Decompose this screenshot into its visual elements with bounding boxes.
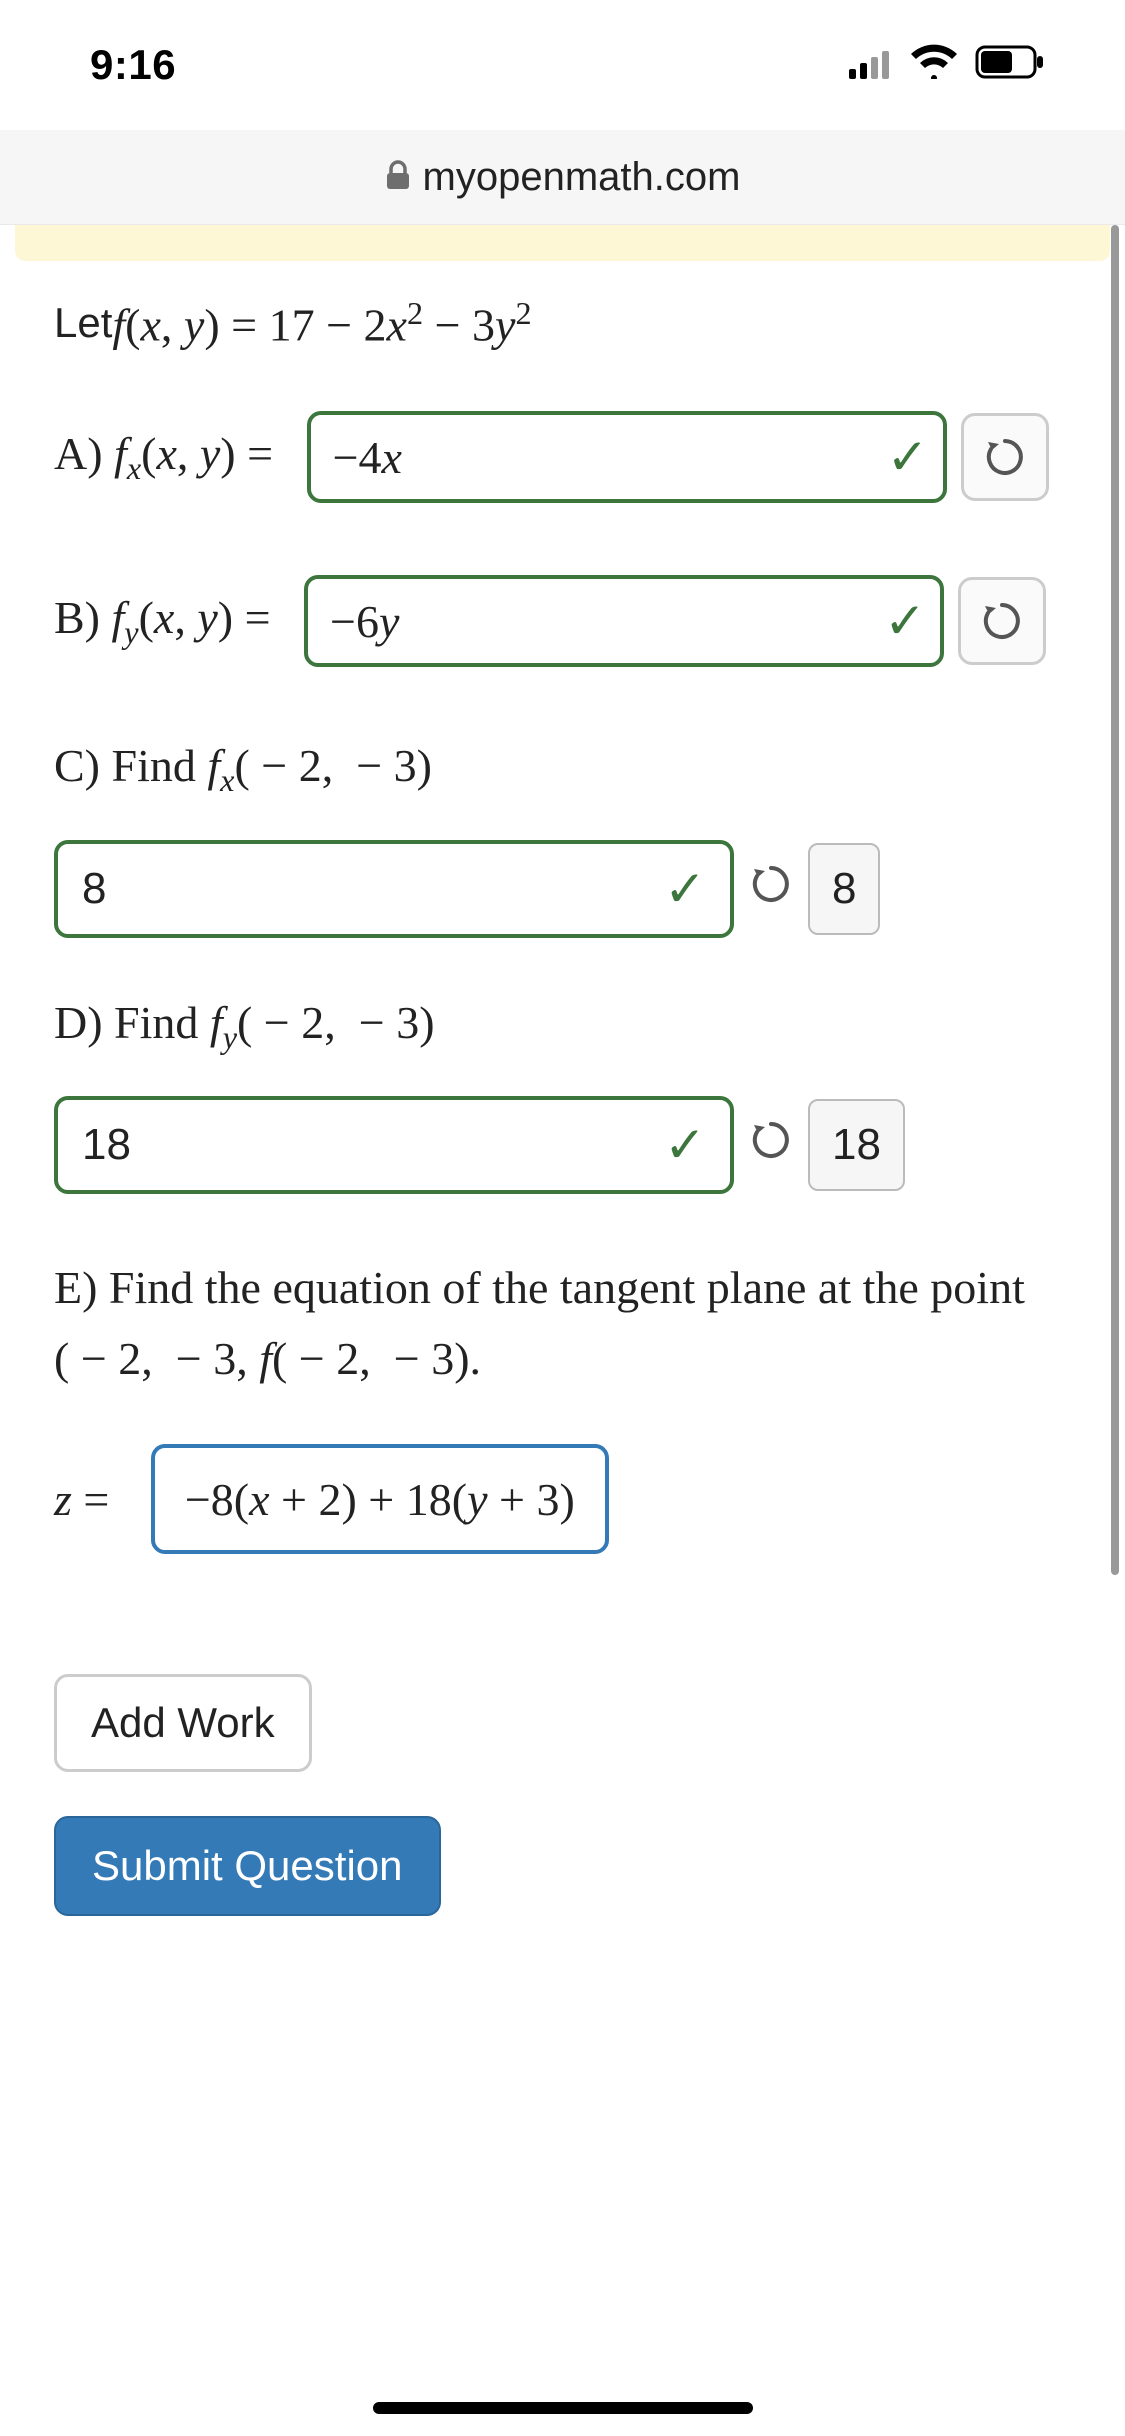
retry-button-b[interactable]	[958, 577, 1046, 665]
wifi-icon	[909, 41, 959, 89]
retry-icon-c[interactable]	[748, 861, 794, 917]
retry-icon	[748, 861, 794, 907]
retry-icon	[982, 434, 1028, 480]
part-a-label: A) fx(x, y) =	[54, 427, 285, 487]
status-bar: 9:16	[0, 0, 1125, 130]
submit-question-button[interactable]: Submit Question	[54, 1816, 441, 1916]
check-icon: ✓	[664, 860, 706, 918]
part-d-text: D) Find fy( − 2, − 3)	[54, 997, 435, 1048]
part-b-label: B) fy(x, y) =	[54, 591, 282, 651]
math-func: f(x, y) = 17 − 2x2 − 3y2	[112, 295, 531, 351]
part-c-correct-answer: 8	[808, 843, 880, 935]
part-b-value: −6y	[330, 595, 399, 648]
part-d-label: D) Find fy( − 2, − 3)	[54, 996, 1099, 1056]
lock-icon	[385, 159, 411, 196]
part-e-value: −8(x + 2) + 18(y + 3)	[185, 1473, 575, 1526]
part-b-row: B) fy(x, y) = −6y ✓	[54, 575, 1099, 667]
part-e-equation-row: z = −8(x + 2) + 18(y + 3)	[54, 1444, 1099, 1554]
check-icon: ✓	[664, 1116, 706, 1174]
check-icon: ✓	[887, 428, 929, 486]
notice-band	[15, 225, 1110, 261]
part-c-label: C) Find fx( − 2, − 3)	[54, 739, 1099, 799]
part-a-input[interactable]: −4x ✓	[307, 411, 947, 503]
part-d-input[interactable]: 18 ✓	[54, 1096, 734, 1194]
add-work-button[interactable]: Add Work	[54, 1674, 312, 1772]
home-indicator[interactable]	[373, 2402, 753, 2414]
retry-icon-d[interactable]	[748, 1117, 794, 1173]
retry-icon	[748, 1117, 794, 1163]
signal-icon	[849, 41, 893, 89]
part-e-input[interactable]: −8(x + 2) + 18(y + 3)	[151, 1444, 609, 1554]
status-time: 9:16	[90, 41, 176, 89]
part-d-answer-row: 18 ✓ 18	[54, 1096, 1099, 1194]
part-d-answer-text: 18	[832, 1120, 881, 1170]
part-a-value: −4x	[333, 431, 402, 484]
battery-icon	[975, 41, 1045, 89]
part-c-answer-text: 8	[832, 864, 856, 914]
browser-address-bar[interactable]: myopenmath.com	[0, 130, 1125, 225]
prompt-let: Let f(x, y) = 17 − 2x2 − 3y2	[54, 295, 1099, 351]
part-c-value: 8	[82, 864, 106, 914]
part-e-label: E) Find the equation of the tangent plan…	[54, 1252, 1099, 1395]
retry-button-a[interactable]	[961, 413, 1049, 501]
part-d-correct-answer: 18	[808, 1099, 905, 1191]
part-c-input[interactable]: 8 ✓	[54, 840, 734, 938]
text-let: Let	[54, 299, 112, 347]
question-content: Let f(x, y) = 17 − 2x2 − 3y2 A) fx(x, y)…	[54, 295, 1099, 2436]
part-e-text: E) Find the equation of the tangent plan…	[54, 1262, 1025, 1384]
part-c-text: C) Find fx( − 2, − 3)	[54, 740, 432, 791]
z-equals: z =	[54, 1473, 121, 1526]
page-domain: myopenmath.com	[423, 155, 741, 200]
retry-icon	[979, 598, 1025, 644]
vertical-scrollbar[interactable]	[1111, 225, 1119, 1575]
check-icon: ✓	[884, 592, 926, 650]
status-right	[849, 41, 1045, 89]
part-a-row: A) fx(x, y) = −4x ✓	[54, 411, 1099, 503]
part-d-value: 18	[82, 1120, 131, 1170]
part-c-answer-row: 8 ✓ 8	[54, 840, 1099, 938]
part-b-input[interactable]: −6y ✓	[304, 575, 944, 667]
